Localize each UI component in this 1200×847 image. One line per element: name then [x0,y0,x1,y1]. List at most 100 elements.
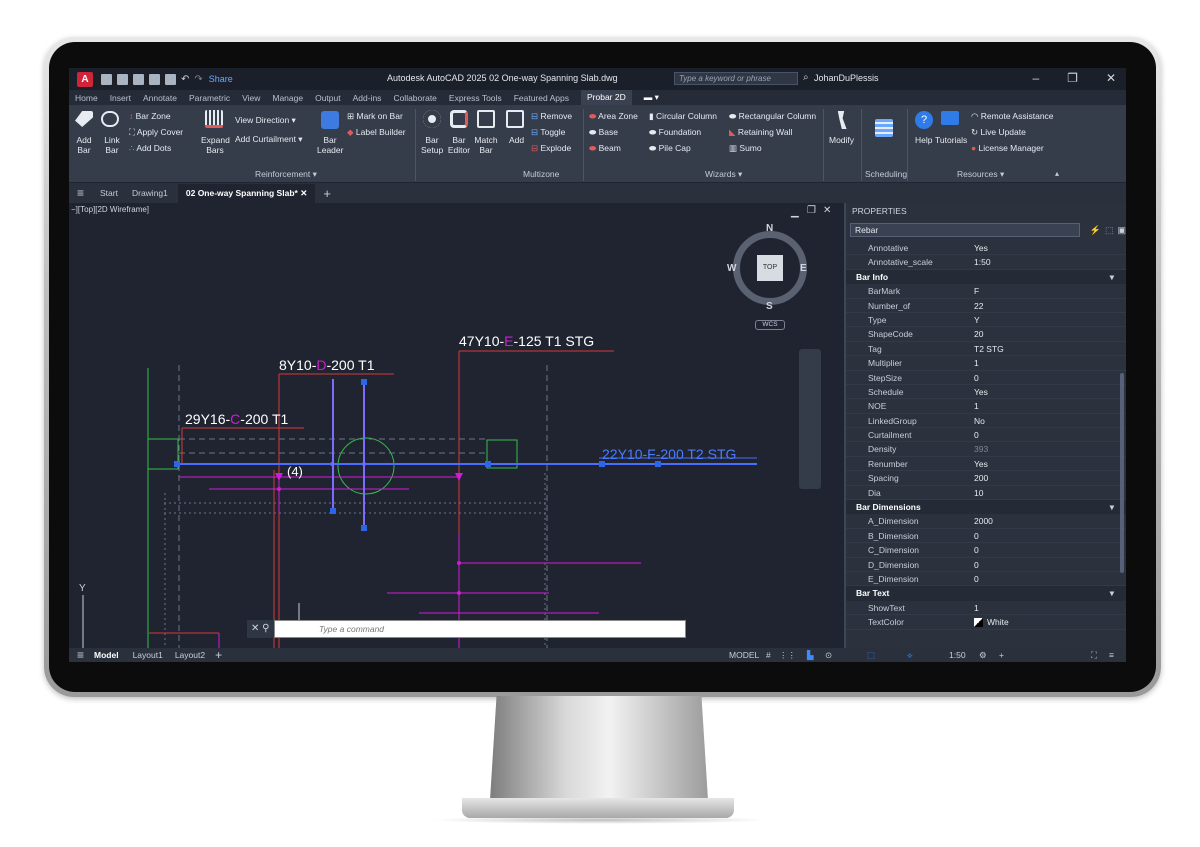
layout-menu-icon[interactable]: ≡ [77,648,84,662]
viewport-close-icon[interactable]: ✕ [823,205,831,216]
property-row[interactable]: Annotative_scale 1:50 [846,255,1126,270]
view-direction-dropdown[interactable]: View Direction ▾ [235,115,296,126]
mark-on-bar-button[interactable]: ⊞ Mark on Bar [347,111,403,122]
plot-icon[interactable] [165,73,176,85]
property-row[interactable]: D_Dimension 0 [846,558,1126,572]
layout-tab-layout1[interactable]: Layout1 [133,650,163,660]
multizone-add-button[interactable]: Add [509,135,524,145]
open-icon[interactable] [117,73,128,85]
object-type-select[interactable]: Rebar [850,223,1080,237]
license-manager-button[interactable]: ● License Manager [971,143,1044,153]
select-objects-icon[interactable]: ⬚ [1105,225,1114,236]
tab-annotate[interactable]: Annotate [143,93,177,103]
link-bar-button[interactable]: Link Bar [101,135,123,155]
bar-setup-button[interactable]: Bar Setup [421,135,443,155]
apply-cover-button[interactable]: ⛶ Apply Cover [129,127,183,138]
property-row[interactable]: Schedule Yes [846,385,1126,400]
minimize-icon[interactable]: – [1032,71,1039,85]
bar-setup-icon[interactable] [423,110,441,128]
tab-express-tools[interactable]: Express Tools [449,93,502,103]
expand-bars-button[interactable]: Expand Bars [201,135,230,155]
property-row[interactable]: Type Y [846,313,1126,328]
property-row[interactable]: C_Dimension 0 [846,543,1126,558]
wizards-panel-label[interactable]: Wizards ▾ [705,169,742,180]
wcs-menu[interactable]: WCS [755,320,785,330]
remote-assistance-button[interactable]: ◠ Remote Assistance [971,111,1054,122]
schedule-table-icon[interactable] [875,119,893,137]
bar-leader-icon[interactable] [321,111,339,129]
add-bar-button[interactable]: Add Bar [73,135,95,155]
properties-scrollbar[interactable] [1120,373,1124,573]
property-row[interactable]: B_Dimension 0 [846,529,1126,544]
compass-north[interactable]: N [766,223,773,234]
property-row[interactable]: A_Dimension 2000 [846,514,1126,529]
match-bar-button[interactable]: Match Bar [474,135,498,155]
multizone-remove-button[interactable]: ⊟ Remove [531,111,572,122]
pickadd-icon[interactable]: ▣ [1117,225,1126,236]
property-row[interactable]: Dia 10 [846,486,1126,501]
property-row[interactable]: Density 393 [846,442,1126,457]
property-row[interactable]: BarMark F [846,284,1126,299]
reinforcement-panel-label[interactable]: Reinforcement ▾ [255,169,317,180]
annotation-icon[interactable]: ⟡ [907,650,913,661]
bar-leader-button[interactable]: Bar Leader [317,135,343,155]
link-bar-icon[interactable] [101,111,119,127]
compass-west[interactable]: W [727,263,736,274]
multizone-add-icon[interactable] [506,110,524,128]
layout-tab-model[interactable]: Model [94,650,119,660]
fullscreen-icon[interactable]: ⛶ [1091,650,1097,661]
area-zone-button[interactable]: ⬬ Area Zone [589,111,638,122]
tab-addins[interactable]: Add-ins [353,93,382,103]
retaining-wall-button[interactable]: ◣ Retaining Wall [729,127,792,138]
base-button[interactable]: ⬬ Base [589,127,618,138]
add-dots-button[interactable]: ∴ Add Dots [129,143,171,154]
tab-probar-2d[interactable]: Probar 2D [580,90,632,105]
multizone-explode-button[interactable]: ⊟ Explode [531,143,571,154]
property-row[interactable]: Multiplier 1 [846,356,1126,371]
model-space-toggle[interactable]: MODEL [729,650,759,660]
tab-output[interactable]: Output [315,93,341,103]
property-row[interactable]: Tag T2 STG [846,342,1126,357]
match-bar-icon[interactable] [477,110,495,128]
property-row[interactable]: Curtailment 0 [846,428,1126,443]
add-icon[interactable]: + [999,650,1004,660]
tab-manage[interactable]: Manage [272,93,303,103]
restore-icon[interactable]: ❐ [1067,71,1078,85]
save-as-icon[interactable] [149,73,160,85]
rectangular-column-button[interactable]: ⬬ Rectangular Column [729,111,816,122]
property-row[interactable]: Number_of 22 [846,299,1126,313]
add-curtailment-dropdown[interactable]: Add Curtailment ▾ [235,134,303,145]
section-bar-info[interactable]: Bar Info [846,269,1126,285]
customize-menu-icon[interactable]: ≡ [1109,650,1114,660]
tab-collaborate[interactable]: Collaborate [393,93,436,103]
bar-zone-button[interactable]: ↕ Bar Zone [129,111,171,121]
bar-label-e[interactable]: 47Y10-E-125 T1 STG [459,333,594,349]
menu-hamburger-icon[interactable]: ≡ [77,186,84,200]
property-row[interactable]: NOE 1 [846,399,1126,414]
resources-panel-label[interactable]: Resources ▾ [957,169,1004,180]
sumo-button[interactable]: ▥ Sumo [729,143,762,154]
workspace-gear-icon[interactable]: ⚙ [979,650,987,661]
new-tab-icon[interactable]: + [323,186,331,201]
bar-count-label[interactable]: (4) [287,464,303,479]
property-row[interactable]: TextColor White [846,615,1126,630]
grid-icon[interactable]: # [766,650,771,660]
tab-home[interactable]: Home [75,93,98,103]
command-line-controls[interactable]: ✕ ⚲ [247,620,275,638]
ribbon-collapse-icon[interactable]: ▴ [1055,169,1059,178]
ortho-icon[interactable]: ▙ [807,650,814,661]
user-account[interactable]: JohanDuPlessis [814,73,879,83]
navigation-bar[interactable] [799,349,821,489]
compass-east[interactable]: E [800,263,807,274]
tutorials-icon[interactable] [941,111,959,125]
doc-tab-drawing1[interactable]: Drawing1 [132,188,168,198]
tab-overflow-icon[interactable]: ▬ ▾ [644,92,659,103]
pile-cap-button[interactable]: ⬬ Pile Cap [649,143,691,154]
tab-parametric[interactable]: Parametric [189,93,230,103]
redo-icon[interactable]: ↷ [194,74,202,85]
section-bar-dimensions[interactable]: Bar Dimensions [846,500,1126,515]
bar-label-c[interactable]: 29Y16-C-200 T1 [185,411,288,427]
autocad-logo-icon[interactable]: A [77,71,93,87]
save-icon[interactable] [133,73,144,85]
viewcube[interactable]: TOP [733,231,807,305]
